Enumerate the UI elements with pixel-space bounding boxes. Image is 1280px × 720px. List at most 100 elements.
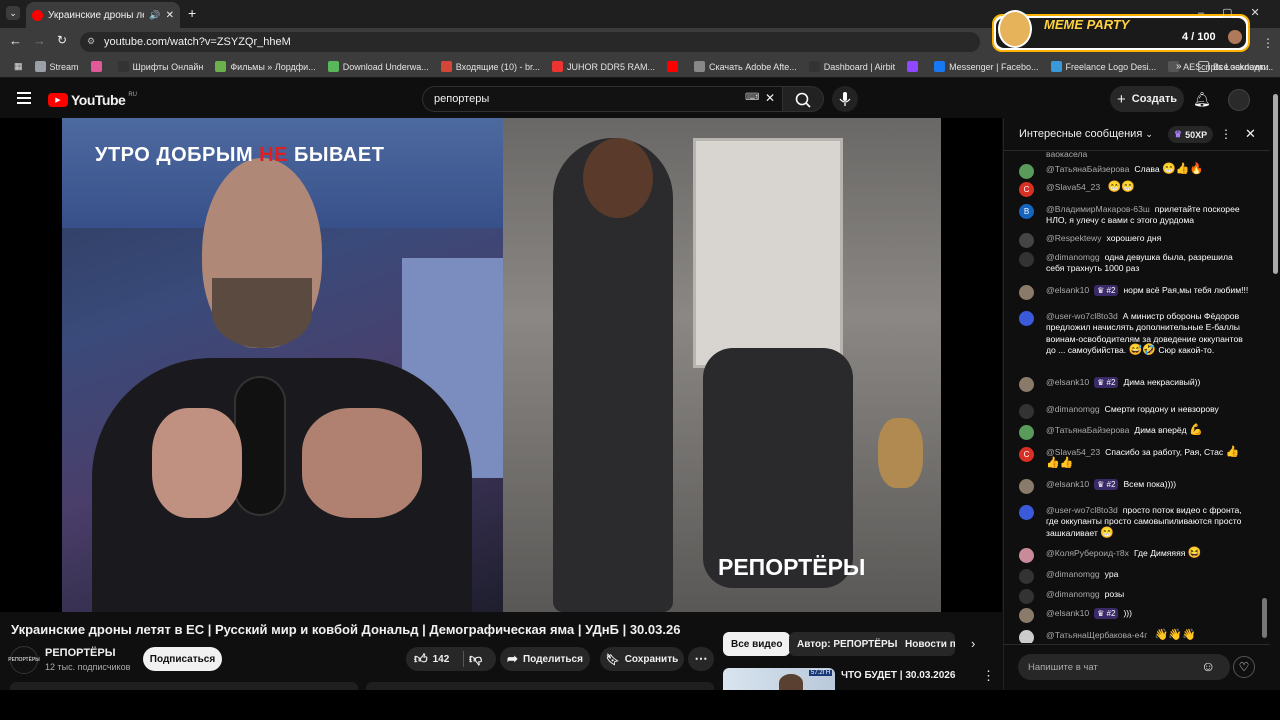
like-count[interactable]: 142 — [433, 654, 450, 665]
recommended-thumbnail[interactable]: 57.2ГН — [723, 668, 835, 690]
chat-author[interactable]: @elsank10 — [1046, 479, 1089, 489]
bookmark-item[interactable]: Messenger | Facebo... — [928, 61, 1044, 72]
heart-icon[interactable]: ♡ — [1233, 656, 1255, 678]
chip-author[interactable]: Автор: РЕПОРТЁРЫ — [789, 632, 906, 656]
keyboard-icon[interactable]: ⌨ — [745, 92, 759, 103]
chat-author[interactable]: @dimanomgg — [1046, 252, 1100, 262]
back-icon[interactable]: ← — [9, 33, 22, 48]
comments-box[interactable] — [366, 682, 714, 690]
chat-avatar[interactable] — [1019, 569, 1034, 584]
chat-avatar[interactable] — [1019, 285, 1034, 300]
bookmark-item[interactable]: Шрифты Онлайн — [112, 61, 210, 72]
like-icon[interactable]: 👍︎ — [414, 651, 428, 667]
forward-icon[interactable]: → — [33, 33, 46, 48]
chat-avatar[interactable] — [1019, 548, 1034, 563]
share-button[interactable]: ➦ Поделиться — [500, 647, 590, 671]
bookmarks-overflow-icon[interactable]: » — [1176, 61, 1182, 72]
chat-author[interactable]: @КоляРубероид-т8х — [1046, 548, 1129, 558]
search-input[interactable]: репортеры ⌨ ✕ — [422, 86, 782, 112]
chat-avatar[interactable] — [1019, 311, 1034, 326]
chat-author[interactable]: @Slava54_23 — [1046, 182, 1100, 192]
voice-search-button[interactable] — [832, 86, 858, 112]
chat-avatar[interactable] — [1019, 505, 1034, 520]
meme-party-widget[interactable]: MEME PARTY 4 / 100 — [992, 10, 1250, 52]
page-scrollbar[interactable] — [1271, 80, 1280, 690]
bookmark-item[interactable]: Stream — [29, 61, 85, 72]
youtube-logo[interactable]: ▶ YouTube RU — [48, 92, 137, 108]
chat-author[interactable]: @ТатьянаЩербакова-е4г — [1046, 630, 1147, 640]
chat-close-icon[interactable]: ✕ — [1245, 126, 1256, 142]
reload-icon[interactable]: ↻ — [57, 33, 67, 47]
tab-search-button[interactable]: ⌄ — [6, 6, 20, 20]
bookmark-item[interactable]: Freelance Logo Desi... — [1045, 61, 1163, 72]
chat-author[interactable]: @Slava54_23 — [1046, 447, 1100, 457]
chat-author[interactable]: @ТатьянаБайзерова — [1046, 425, 1129, 435]
chat-scrollbar[interactable] — [1262, 152, 1268, 642]
site-info-icon[interactable]: ⚙ — [87, 36, 95, 47]
chat-author[interactable]: @dimanomgg — [1046, 569, 1100, 579]
chip-news[interactable]: Новости по — [897, 632, 955, 656]
bookmark-item[interactable] — [85, 61, 112, 72]
save-button[interactable]: 🔖︎ Сохранить — [600, 647, 684, 671]
chip-all-videos[interactable]: Все видео — [723, 632, 791, 656]
chat-author[interactable]: @elsank10 — [1046, 377, 1089, 387]
bookmark-item[interactable]: JUHOR DDR5 RAM... — [546, 61, 661, 72]
description-box[interactable] — [10, 682, 358, 690]
chat-menu-icon[interactable]: ⋮ — [1220, 127, 1232, 141]
bookmark-item[interactable]: Dashboard | Airbit — [803, 61, 901, 72]
xp-badge[interactable]: ♛ 50XP — [1168, 126, 1214, 143]
chat-avatar[interactable] — [1019, 608, 1034, 623]
chat-avatar[interactable] — [1019, 252, 1034, 267]
chat-author[interactable]: @user-wo7cl8to3d — [1046, 311, 1118, 321]
chat-mode-dropdown[interactable]: Интересные сообщения ⌄ — [1019, 128, 1153, 140]
emoji-picker-icon[interactable]: ☺ — [1201, 658, 1215, 674]
search-button[interactable] — [782, 86, 824, 112]
chat-avatar[interactable]: С — [1019, 447, 1034, 462]
channel-name[interactable]: РЕПОРТЁРЫ — [45, 647, 116, 659]
chat-author[interactable]: @dimanomgg — [1046, 404, 1100, 414]
address-bar[interactable]: ⚙ youtube.com/watch?v=ZSYZQr_hheM — [80, 32, 980, 52]
chat-avatar[interactable]: В — [1019, 204, 1034, 219]
bookmark-item[interactable] — [901, 61, 928, 72]
chat-author[interactable]: @elsank10 — [1046, 608, 1089, 618]
browser-tab-active[interactable]: Украинские дроны летят в 🔊 ✕ — [26, 2, 180, 28]
subscribe-button[interactable]: Подписаться — [143, 647, 222, 671]
bookmark-item[interactable] — [661, 61, 688, 72]
bookmark-item[interactable]: Фильмы » Лордфи... — [209, 61, 321, 72]
chips-next-icon[interactable]: › — [971, 636, 975, 651]
chat-avatar[interactable]: С — [1019, 182, 1034, 197]
chat-author[interactable]: @ТатьянаБайзерова — [1046, 164, 1129, 174]
chat-avatar[interactable] — [1019, 377, 1034, 392]
tab-close-icon[interactable]: ✕ — [166, 10, 174, 21]
channel-avatar[interactable]: РЕПОРТЁРЫ — [8, 646, 40, 674]
chat-input[interactable]: Напишите в чат — [1018, 654, 1230, 680]
chat-author[interactable]: @ВладимирМакаров-63ш — [1046, 204, 1150, 214]
notifications-bell-icon[interactable]: 🔔︎ — [1193, 91, 1211, 108]
recommended-title[interactable]: ЧТО БУДЕТ | 30.03.2026 — [841, 670, 955, 681]
more-actions-icon[interactable]: ⋯ — [688, 647, 714, 671]
video-player[interactable]: УТРО ДОБРЫМ НЕ БЫВАЕТ РЕПОРТЁРЫ — [0, 118, 1002, 612]
chat-avatar[interactable] — [1019, 589, 1034, 604]
bookmark-item[interactable]: Входящие (10) - br... — [435, 61, 546, 72]
all-bookmarks[interactable]: Все закладки — [1192, 61, 1275, 72]
window-controls[interactable]: –▢✕ — [1198, 6, 1278, 19]
speaker-icon[interactable]: 🔊 — [149, 10, 160, 21]
chat-avatar[interactable] — [1019, 404, 1034, 419]
clear-search-icon[interactable]: ✕ — [765, 91, 775, 105]
chat-avatar[interactable] — [1019, 630, 1034, 643]
chat-author[interactable]: @dimanomgg — [1046, 589, 1100, 599]
browser-menu-icon[interactable]: ⋮ — [1262, 36, 1274, 50]
chat-avatar[interactable] — [1019, 479, 1034, 494]
chat-author[interactable]: @user-wo7cl8to3d — [1046, 505, 1118, 515]
dislike-icon[interactable]: 👎︎ — [469, 651, 482, 667]
create-button[interactable]: + Создать — [1110, 86, 1184, 112]
chat-author[interactable]: @elsank10 — [1046, 285, 1089, 295]
new-tab-button[interactable]: + — [188, 5, 196, 21]
hamburger-menu-icon[interactable] — [17, 92, 31, 104]
apps-icon[interactable]: ▦ — [8, 61, 29, 72]
account-avatar[interactable] — [1228, 89, 1250, 111]
chat-avatar[interactable] — [1019, 233, 1034, 248]
bookmark-item[interactable]: Скачать Adobe Afte... — [688, 61, 803, 72]
chat-avatar[interactable] — [1019, 425, 1034, 440]
recommended-menu-icon[interactable]: ⋮ — [982, 668, 995, 684]
